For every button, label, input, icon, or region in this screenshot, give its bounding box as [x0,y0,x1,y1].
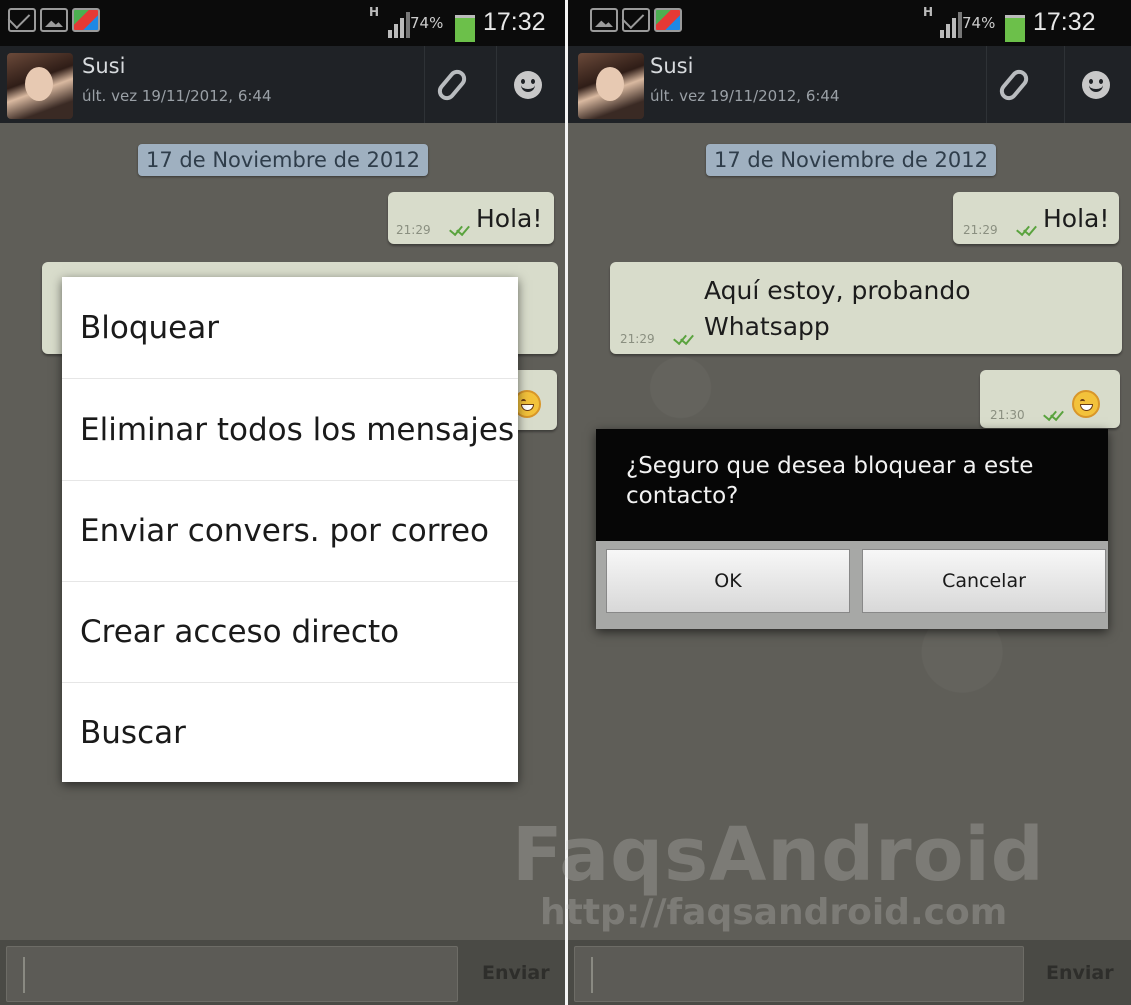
send-button[interactable]: Enviar [482,962,550,984]
status-bar: H 74% 17:32 [568,0,1131,46]
message-time: 21:30 [990,408,1025,422]
emoji-button[interactable] [1064,46,1127,123]
message-time: 21:29 [963,223,998,237]
date-separator: 17 de Noviembre de 2012 [706,144,996,176]
message-composer: Enviar [0,940,565,1005]
clock: 17:32 [483,8,546,36]
left-screen: H 74% 17:32 Susi últ. vez 19/11/2012, 6:… [0,0,565,1005]
menu-item-enviar-correo[interactable]: Enviar convers. por correo [62,480,518,582]
status-bar: H 74% 17:32 [0,0,565,46]
read-receipt-icon [449,221,472,237]
paperclip-icon [434,66,470,104]
gallery-notification-icon [590,8,618,32]
signal-strength-icon [388,12,410,38]
right-screen: H 74% 17:32 Susi últ. vez 19/11/2012, 6:… [568,0,1131,1005]
contact-avatar[interactable] [7,53,73,119]
read-receipt-icon [1043,406,1066,422]
text-cursor [23,957,25,993]
smiley-icon [1082,71,1110,99]
battery-icon [455,12,475,42]
chat-action-bar: Susi últ. vez 19/11/2012, 6:44 [0,46,565,124]
dialog-message-area: ¿Seguro que desea bloquear a este contac… [596,429,1108,541]
battery-icon [1005,12,1025,42]
message-text-line-1: Aquí estoy, probando [704,276,971,305]
message-bubble-outgoing[interactable]: 21:29 Hola! [953,192,1119,244]
chat-action-bar: Susi últ. vez 19/11/2012, 6:44 [568,46,1131,124]
message-text: Hola! [476,204,543,233]
smiley-emoji-icon [1072,390,1100,418]
network-type-indicator: H [922,5,934,19]
attach-button[interactable] [424,46,487,123]
message-time: 21:29 [396,223,431,237]
cancel-button[interactable]: Cancelar [862,549,1106,613]
message-text: Hola! [1043,204,1110,233]
menu-item-bloquear[interactable]: Bloquear [62,277,518,379]
signal-strength-icon [940,12,962,38]
text-cursor [591,957,593,993]
contact-name[interactable]: Susi [650,54,693,78]
menu-item-crear-acceso[interactable]: Crear acceso directo [62,581,518,683]
last-seen-status: últ. vez 19/11/2012, 6:44 [650,87,840,105]
message-input[interactable] [574,946,1024,1002]
message-bubble-outgoing[interactable]: Aquí estoy, probando Whatsapp 21:29 [610,262,1122,354]
ok-button[interactable]: OK [606,549,850,613]
gallery-notification-icon [40,8,68,32]
message-input[interactable] [6,946,458,1002]
message-text-line-2: Whatsapp [704,312,830,341]
last-seen-status: últ. vez 19/11/2012, 6:44 [82,87,272,105]
dialog-button-bar: OK Cancelar [596,541,1108,629]
read-receipt-icon [1016,221,1039,237]
gmail-notification-icon [622,8,650,32]
app-notification-icon [654,8,682,32]
app-notification-icon [72,8,100,32]
network-type-indicator: H [368,5,380,19]
message-composer: Enviar [568,940,1131,1005]
chat-options-menu: Bloquear Eliminar todos los mensajes Env… [62,277,518,782]
emoji-button[interactable] [496,46,559,123]
message-bubble-outgoing[interactable]: 21:30 [980,370,1120,428]
message-time: 21:29 [620,332,655,346]
date-separator: 17 de Noviembre de 2012 [138,144,428,176]
message-bubble-outgoing[interactable]: 21:29 Hola! [388,192,554,244]
battery-percent: 74% [962,14,996,32]
smiley-icon [514,71,542,99]
paperclip-icon [996,66,1032,104]
clock: 17:32 [1033,8,1096,36]
attach-button[interactable] [986,46,1049,123]
dialog-message: ¿Seguro que desea bloquear a este contac… [626,453,1034,509]
contact-avatar[interactable] [578,53,644,119]
block-confirm-dialog: ¿Seguro que desea bloquear a este contac… [596,429,1108,629]
contact-name[interactable]: Susi [82,54,125,78]
battery-percent: 74% [410,14,444,32]
gmail-notification-icon [8,8,36,32]
send-button[interactable]: Enviar [1046,962,1114,984]
menu-item-eliminar-mensajes[interactable]: Eliminar todos los mensajes [62,379,518,481]
menu-item-buscar[interactable]: Buscar [62,682,518,782]
read-receipt-icon [673,330,696,346]
